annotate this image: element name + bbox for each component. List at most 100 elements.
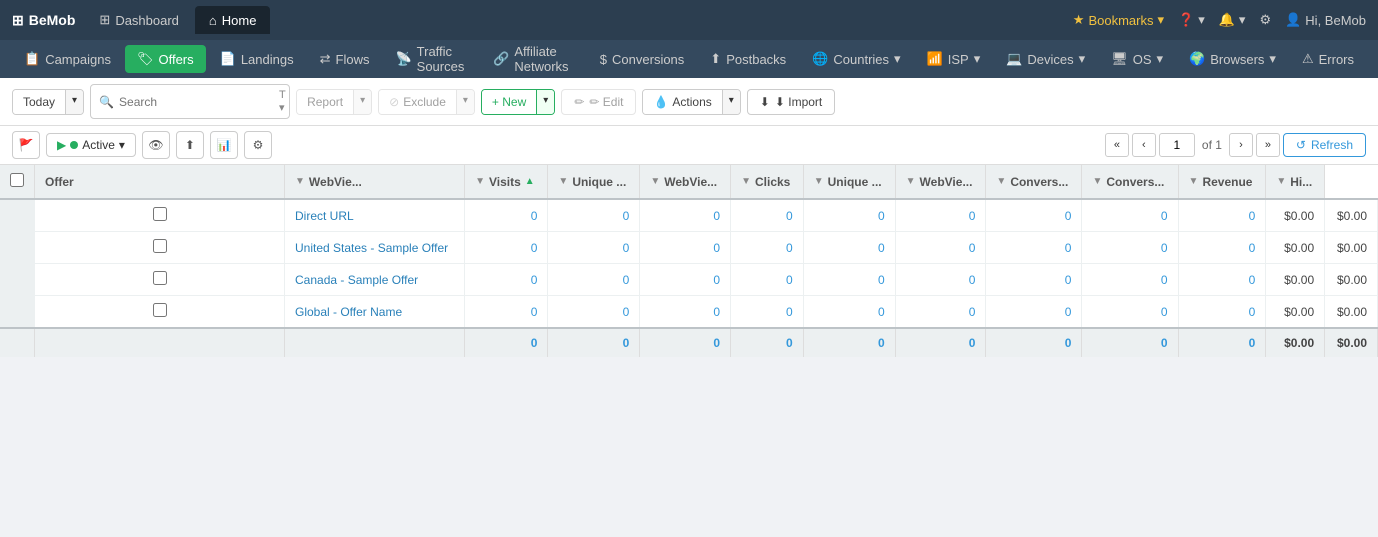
share-button[interactable]: ⬆ xyxy=(176,131,204,159)
row-checkbox-3[interactable] xyxy=(35,264,285,296)
row-indicator-2 xyxy=(0,232,35,264)
filter-icon: ▼ xyxy=(650,176,660,187)
footer-indicator xyxy=(0,328,35,357)
row-select-checkbox[interactable] xyxy=(153,207,167,221)
flag-button[interactable]: 🚩 xyxy=(12,131,40,159)
th-revenue[interactable]: ▼ Revenue xyxy=(1178,165,1266,199)
last-page-button[interactable]: » xyxy=(1256,133,1280,157)
row-select-checkbox[interactable] xyxy=(153,271,167,285)
nav-browsers[interactable]: 🌍 Browsers ▾ xyxy=(1177,45,1288,73)
refresh-button[interactable]: ↺ Refresh xyxy=(1283,133,1366,157)
exclude-button[interactable]: ⊘ Exclude ▾ xyxy=(378,89,475,115)
exclude-label[interactable]: ⊘ Exclude xyxy=(379,90,456,114)
actions-chevron-icon[interactable]: ▾ xyxy=(722,90,740,114)
th-conversions2[interactable]: ▼ Convers... xyxy=(1082,165,1178,199)
page-total: of 1 xyxy=(1198,138,1226,152)
th-hi[interactable]: ▼ Hi... xyxy=(1266,165,1325,199)
edit-button[interactable]: ✏ ✏ Edit xyxy=(561,89,636,115)
webviews2-4: 0 xyxy=(731,296,804,329)
actions-label[interactable]: 💧 Actions xyxy=(643,90,721,114)
th-offer[interactable]: Offer xyxy=(35,165,285,199)
bookmarks-button[interactable]: ★ Bookmarks ▾ xyxy=(1073,12,1164,28)
page-input[interactable] xyxy=(1159,133,1195,157)
prev-page-button[interactable]: ‹ xyxy=(1132,133,1156,157)
pagination: « ‹ of 1 › » ↺ Refresh xyxy=(1105,133,1366,157)
dashboard-icon: ⊞ xyxy=(99,12,110,28)
question-icon: ❓ xyxy=(1178,12,1194,28)
filter-icon: ▼ xyxy=(1276,176,1286,187)
conversions2-1: 0 xyxy=(1178,199,1266,232)
today-chevron-icon[interactable]: ▾ xyxy=(65,90,83,114)
select-all-header[interactable] xyxy=(0,165,35,199)
webviews-1: 0 xyxy=(465,199,548,232)
today-label[interactable]: Today xyxy=(13,90,65,114)
offer-name-1[interactable]: Direct URL xyxy=(285,199,465,232)
th-webviews2[interactable]: ▼ WebVie... xyxy=(640,165,731,199)
next-page-button[interactable]: › xyxy=(1229,133,1253,157)
select-all-checkbox[interactable] xyxy=(10,173,24,187)
nav-devices[interactable]: 💻 Devices ▾ xyxy=(994,45,1097,73)
settings-button[interactable]: ⚙ xyxy=(1259,12,1271,28)
th-visits[interactable]: ▼ Visits ▲ xyxy=(465,165,548,199)
nav-campaigns[interactable]: 📋 Campaigns xyxy=(12,45,123,73)
tab-home[interactable]: ⌂ Home xyxy=(195,6,271,34)
main-toolbar: Today ▾ 🔍 T ▾ Report ▾ ⊘ Exclude ▾ + New… xyxy=(0,78,1378,126)
th-conversions[interactable]: ▼ Convers... xyxy=(986,165,1082,199)
th-unique-visits[interactable]: ▼ Unique ... xyxy=(548,165,640,199)
brand-icon: ⊞ xyxy=(12,12,24,29)
nav-os[interactable]: 🖥 OS ▾ xyxy=(1099,45,1175,73)
exclude-chevron-icon[interactable]: ▾ xyxy=(456,90,474,114)
row-checkbox-4[interactable] xyxy=(35,296,285,329)
gear-icon: ⚙ xyxy=(253,138,264,152)
nav-errors[interactable]: ⚠ Errors xyxy=(1290,45,1366,73)
offer-name-3[interactable]: Canada - Sample Offer xyxy=(285,264,465,296)
filter-icon: ▼ xyxy=(996,176,1006,187)
chart-button[interactable]: 📊 xyxy=(210,131,238,159)
filter-icon: ▼ xyxy=(1092,176,1102,187)
row-checkbox-1[interactable] xyxy=(35,199,285,232)
offer-name-2[interactable]: United States - Sample Offer xyxy=(285,232,465,264)
import-button[interactable]: ⬇ ⬇ Import xyxy=(747,89,835,115)
nav-landings[interactable]: 📄 Landings xyxy=(208,45,306,73)
visits-3: 0 xyxy=(548,264,640,296)
search-box[interactable]: 🔍 T ▾ xyxy=(90,84,290,119)
unique-clicks-2: 0 xyxy=(895,232,986,264)
report-chevron-icon[interactable]: ▾ xyxy=(353,90,371,114)
offer-name-4[interactable]: Global - Offer Name xyxy=(285,296,465,329)
nav-isp[interactable]: 📶 ISP ▾ xyxy=(915,45,993,73)
active-filter-button[interactable]: ▶ Active ▾ xyxy=(46,133,136,157)
report-label[interactable]: Report xyxy=(297,90,353,114)
search-input[interactable] xyxy=(119,95,274,109)
notifications-button[interactable]: 🔔 ▾ xyxy=(1219,12,1246,28)
nav-traffic-sources[interactable]: 📡 Traffic Sources xyxy=(383,38,479,80)
today-button[interactable]: Today ▾ xyxy=(12,89,84,115)
nav-flows[interactable]: ⇄ Flows xyxy=(308,45,382,73)
actions-button[interactable]: 💧 Actions ▾ xyxy=(642,89,740,115)
report-button[interactable]: Report ▾ xyxy=(296,89,372,115)
row-select-checkbox[interactable] xyxy=(153,303,167,317)
brand-logo[interactable]: ⊞ BeMob xyxy=(12,12,75,29)
row-checkbox-2[interactable] xyxy=(35,232,285,264)
th-webviews[interactable]: ▼ WebVie... xyxy=(285,165,465,199)
browsers-icon: 🌍 xyxy=(1189,51,1205,67)
th-clicks[interactable]: ▼ Clicks xyxy=(731,165,804,199)
nav-countries[interactable]: 🌐 Countries ▾ xyxy=(800,45,912,73)
view-button[interactable]: 👁 xyxy=(142,131,170,159)
nav-affiliate-networks[interactable]: 🔗 Affiliate Networks xyxy=(481,38,586,80)
nav-offers[interactable]: 🏷 Offers xyxy=(125,45,206,73)
new-label[interactable]: + New xyxy=(482,90,536,114)
new-chevron-icon[interactable]: ▾ xyxy=(536,90,554,114)
th-webviews3[interactable]: ▼ WebVie... xyxy=(895,165,986,199)
nav-postbacks[interactable]: ⬆ Postbacks xyxy=(698,45,798,73)
th-unique-clicks[interactable]: ▼ Unique ... xyxy=(803,165,895,199)
first-page-button[interactable]: « xyxy=(1105,133,1129,157)
help-button[interactable]: ❓ ▾ xyxy=(1178,12,1205,28)
user-menu[interactable]: 👤 Hi, BeMob xyxy=(1285,12,1366,28)
new-button[interactable]: + New ▾ xyxy=(481,89,555,115)
tab-dashboard[interactable]: ⊞ Dashboard xyxy=(85,6,193,34)
settings-button-sub[interactable]: ⚙ xyxy=(244,131,272,159)
nav-conversions[interactable]: $ Conversions xyxy=(588,46,697,73)
row-select-checkbox[interactable] xyxy=(153,239,167,253)
offers-table-container: Offer ▼ WebVie... ▼ Visits ▲ xyxy=(0,165,1378,357)
home-icon: ⌂ xyxy=(209,13,217,28)
